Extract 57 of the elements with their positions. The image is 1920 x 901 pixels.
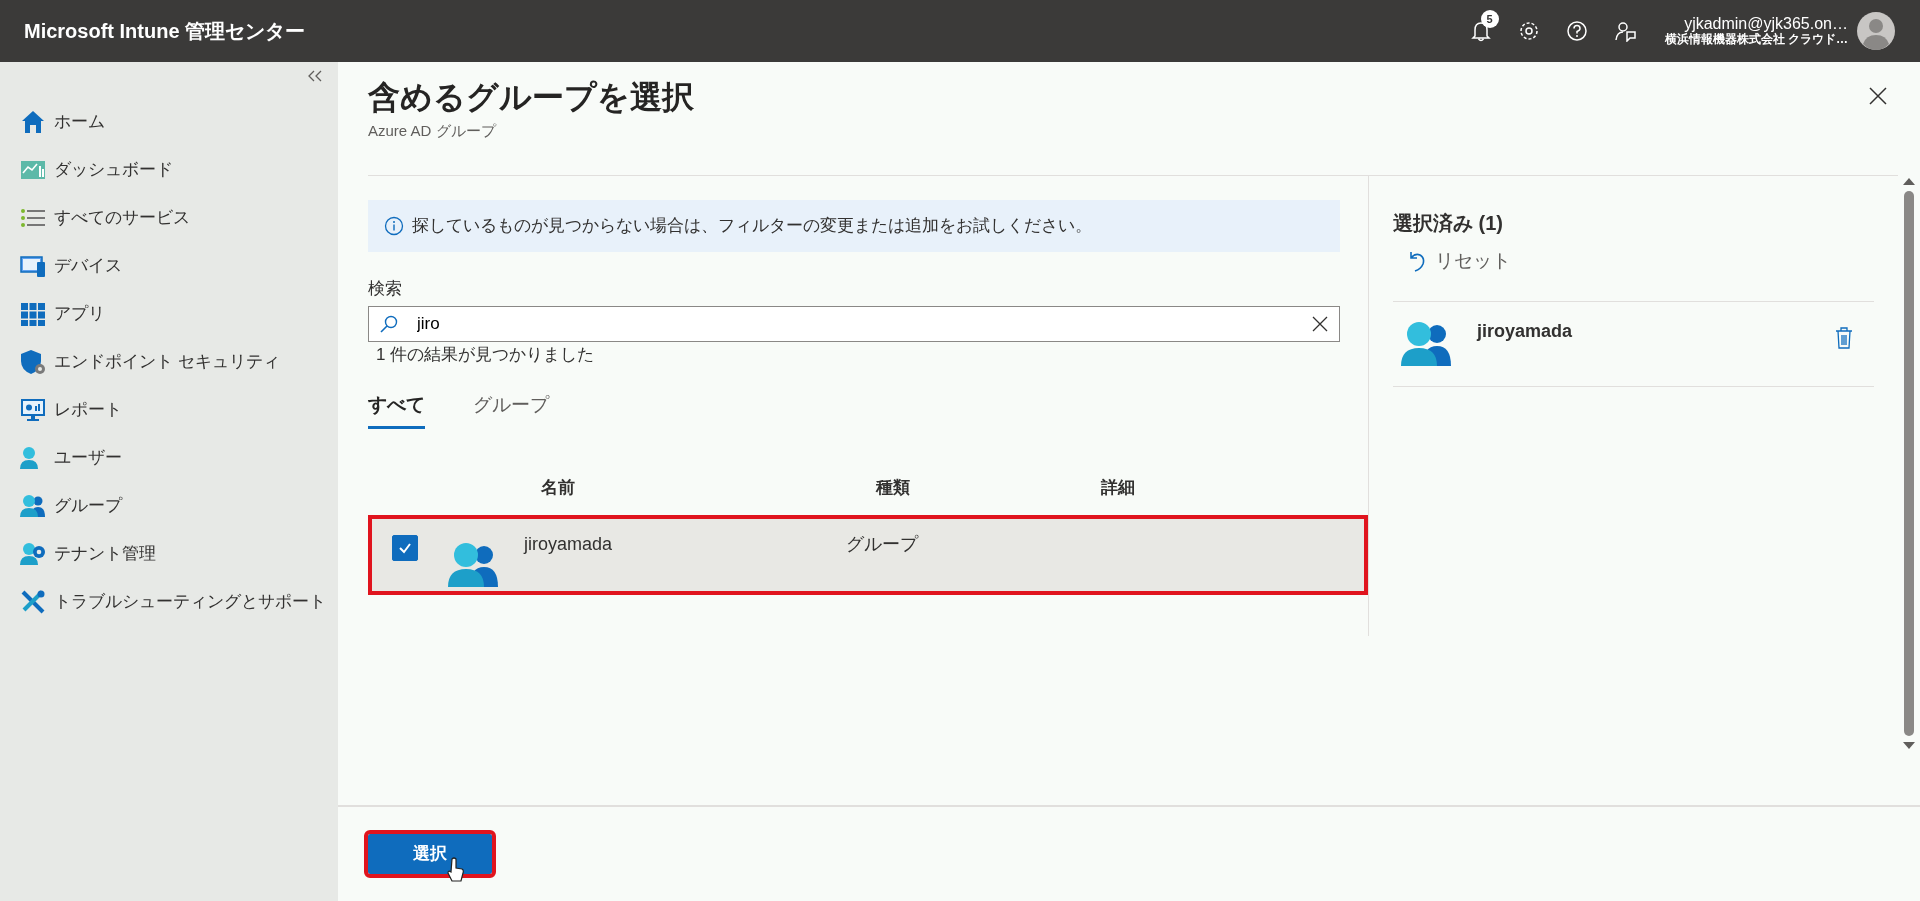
apps-icon xyxy=(20,301,46,327)
panel-title: 含めるグループを選択 xyxy=(368,78,695,117)
table-row[interactable]: jiroyamada グループ xyxy=(368,514,1368,595)
reset-button[interactable]: リセット xyxy=(1401,246,1517,277)
column-header: 種類 xyxy=(876,476,911,499)
sidebar-item[interactable]: トラブルシューティングとサポート xyxy=(0,578,338,626)
panel-subtitle: Azure AD グループ xyxy=(368,121,498,142)
sidebar-item[interactable]: アプリ xyxy=(0,290,338,338)
group-icon xyxy=(20,493,46,519)
collapse-icon[interactable] xyxy=(308,70,322,82)
sidebar-item[interactable]: グループ xyxy=(0,482,338,530)
column-header: 詳細 xyxy=(1101,476,1136,499)
devices-icon xyxy=(20,253,46,279)
sidebar-item[interactable]: ユーザー xyxy=(0,434,338,482)
sidebar-item[interactable]: デバイス xyxy=(0,242,338,290)
info-text: 探しているものが見つからない場合は、フィルターの変更または追加をお試しください。 xyxy=(412,215,1092,238)
sidebar-item[interactable]: エンドポイント セキュリティ xyxy=(0,338,338,386)
clear-icon[interactable] xyxy=(1312,315,1328,332)
scroll-up-icon[interactable] xyxy=(1903,177,1915,185)
table-cell-text: jiroyamada xyxy=(522,532,614,556)
tab[interactable]: グループ xyxy=(473,391,549,429)
selected-title: 選択済み (1) xyxy=(1393,211,1504,236)
monitor-icon xyxy=(20,397,46,423)
sidebar-item[interactable]: ホーム xyxy=(0,98,338,146)
sidebar-item[interactable]: レポート xyxy=(0,386,338,434)
sidebar-item[interactable]: ダッシュボード xyxy=(0,146,338,194)
search-field[interactable]: jiro xyxy=(368,305,1340,342)
avatar-icon[interactable] xyxy=(1856,11,1896,51)
notification-badge: 5 xyxy=(1480,10,1499,28)
column-header: 名前 xyxy=(541,476,576,499)
result-count: 1 件の結果が見つかりました xyxy=(376,343,596,366)
pointer-icon xyxy=(447,857,465,883)
help-icon xyxy=(1565,20,1588,42)
notification-button[interactable]: 5 xyxy=(1456,0,1505,62)
scrollbar-thumb[interactable] xyxy=(1904,191,1914,736)
user-gear-icon xyxy=(20,541,46,567)
info-icon xyxy=(384,216,404,236)
home-icon xyxy=(20,109,46,135)
tenant-name: 横浜情報機器株式会社 クラウド… xyxy=(1664,33,1848,48)
search-label: 検索 xyxy=(368,278,403,300)
feedback-icon xyxy=(1613,20,1636,42)
sidebar-item[interactable]: テナント管理 xyxy=(0,530,338,578)
trash-icon xyxy=(1835,326,1853,349)
undo-icon xyxy=(1407,250,1427,273)
table-cell-text: グループ xyxy=(846,532,918,556)
settings-icon xyxy=(1517,20,1540,42)
scroll-down-icon[interactable] xyxy=(1903,742,1915,750)
selected-name: jiroyamada xyxy=(1477,319,1574,343)
shield-gear-icon xyxy=(20,349,46,375)
tab[interactable]: すべて xyxy=(368,391,425,429)
account-email[interactable]: yjkadmin@yjk365.on… xyxy=(1664,14,1848,34)
close-icon xyxy=(1869,87,1887,105)
sidebar-item[interactable]: すべてのサービス xyxy=(0,194,338,242)
search-icon xyxy=(380,314,398,333)
tools-icon xyxy=(20,589,46,615)
checkbox[interactable] xyxy=(392,534,418,561)
app-title: Microsoft Intune 管理センター xyxy=(24,19,306,44)
